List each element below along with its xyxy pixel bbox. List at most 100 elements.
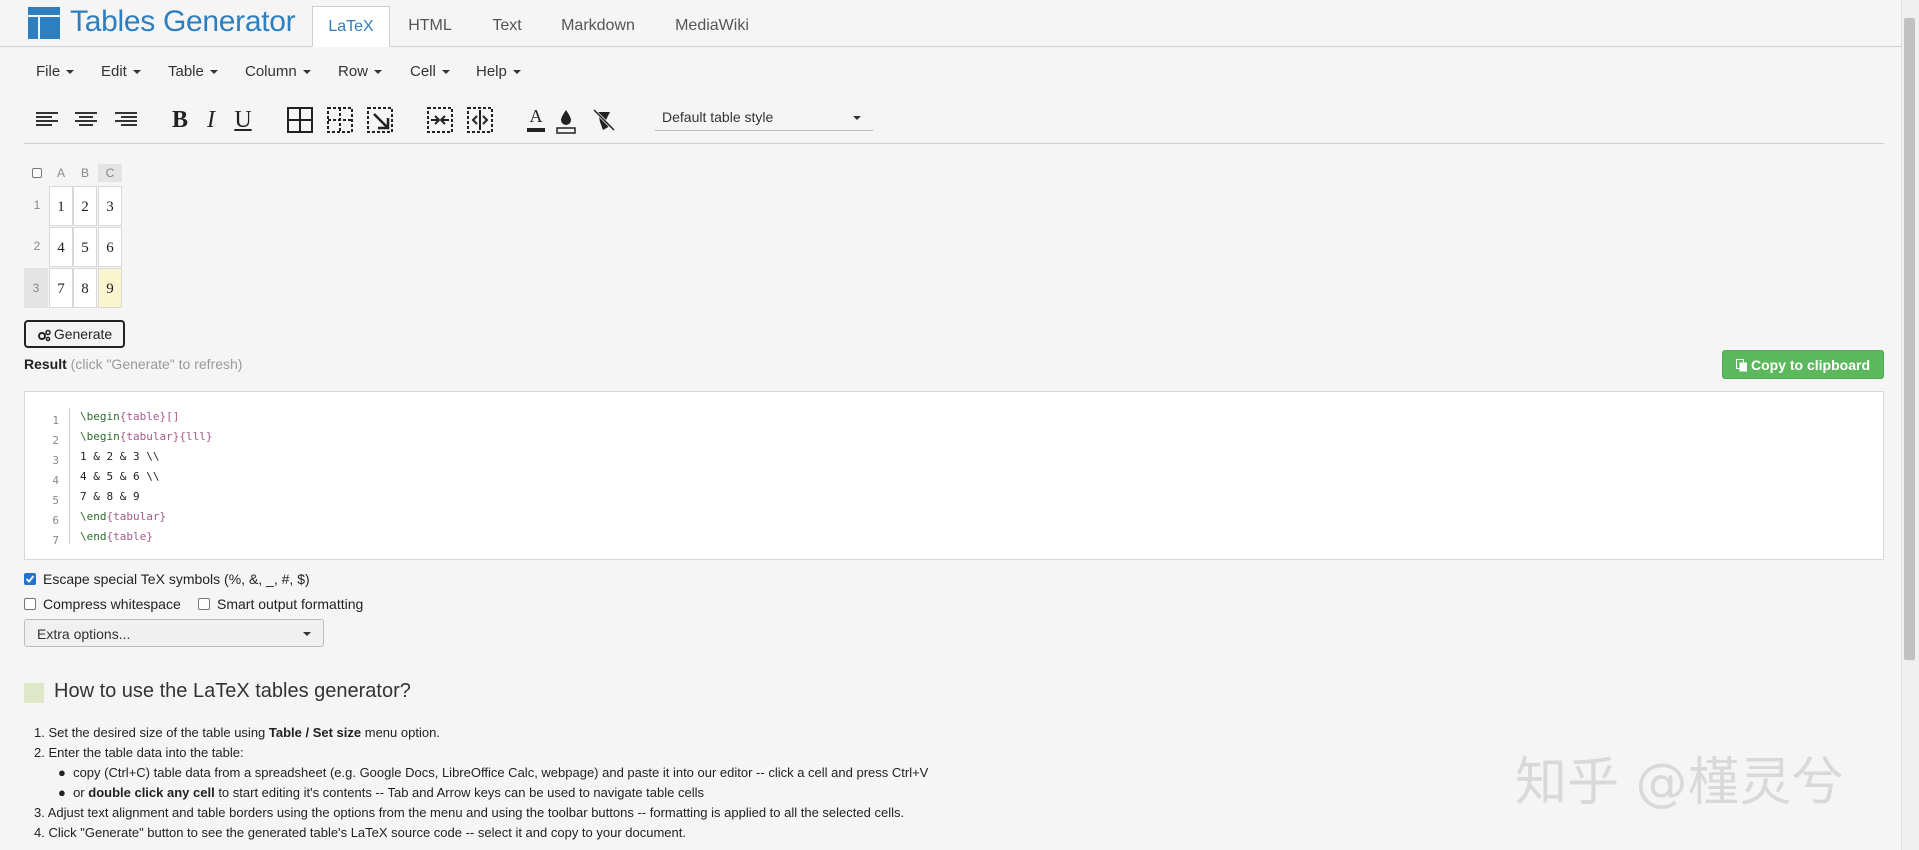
code-line: \end{tabular} [80, 510, 167, 523]
menu-cell[interactable]: Cell [410, 63, 450, 80]
bold-icon[interactable]: B [164, 104, 196, 136]
line-number: 5 [52, 494, 59, 507]
menu-edit[interactable]: Edit [101, 63, 141, 80]
table-cell-b3[interactable]: 8 [73, 268, 97, 308]
cell-borders-icon[interactable] [364, 104, 396, 136]
menu-help[interactable]: Help [476, 63, 521, 80]
compress-whitespace-label[interactable]: Compress whitespace [43, 596, 181, 612]
italic-icon[interactable]: I [195, 104, 227, 136]
line-number: 2 [52, 434, 59, 447]
align-center-icon[interactable] [70, 104, 102, 136]
howto-step-2: 2. Enter the table data into the table: [34, 745, 244, 760]
menu-column[interactable]: Column [245, 63, 311, 80]
step2b-text-bold: double click any cell [88, 785, 215, 800]
text-color-icon[interactable]: A [520, 104, 552, 136]
tab-latex[interactable]: LaTeX [312, 6, 390, 47]
code-keyword: \begin [80, 410, 120, 423]
caret-down-icon [303, 632, 311, 636]
section-marker [24, 683, 44, 703]
col-header-b[interactable]: B [73, 166, 97, 180]
step2b-text-a: or [73, 785, 89, 800]
row-header-3[interactable]: 3 [24, 268, 48, 308]
code-line: \end{table} [80, 530, 153, 543]
row-header-2[interactable]: 2 [26, 239, 48, 253]
table-cell-c3[interactable]: 9 [98, 268, 122, 308]
menu-row-label: Row [338, 63, 369, 80]
tab-markdown[interactable]: Markdown [552, 6, 644, 46]
row-header-1[interactable]: 1 [26, 198, 48, 212]
align-right-icon[interactable] [109, 104, 141, 136]
caret-down-icon [66, 70, 75, 75]
copy-label: Copy to clipboard [1751, 357, 1870, 373]
table-logo-icon[interactable] [28, 7, 60, 39]
menu-edit-label: Edit [101, 63, 127, 80]
tab-mediawiki[interactable]: MediaWiki [666, 6, 758, 46]
dashed-borders-icon[interactable] [324, 104, 356, 136]
select-all-checkbox[interactable] [32, 168, 42, 178]
howto-step-1: 1. Set the desired size of the table usi… [34, 725, 440, 740]
generate-label: Generate [53, 326, 113, 342]
caret-down-icon [441, 70, 450, 75]
table-style-select[interactable]: Default table style [655, 106, 873, 131]
menu-cell-label: Cell [410, 63, 436, 80]
clear-format-icon[interactable] [588, 104, 620, 136]
menu-table[interactable]: Table [168, 63, 218, 80]
menu-file-label: File [36, 63, 61, 80]
merge-cells-icon[interactable] [424, 104, 456, 136]
step3-text: Adjust text alignment and table borders … [47, 805, 905, 820]
step4-text: Click "Generate" button to see the gener… [48, 825, 686, 840]
howto-step-3: 3. Adjust text alignment and table borde… [34, 805, 905, 820]
copy-to-clipboard-button[interactable]: Copy to clipboard [1722, 350, 1884, 379]
howto-step-2b: ● or double click any cell to start edit… [58, 785, 704, 800]
background-color-icon[interactable] [550, 104, 582, 136]
table-cell-b1[interactable]: 2 [73, 186, 97, 226]
extra-options-dropdown[interactable]: Extra options... [24, 619, 324, 647]
split-cells-icon[interactable] [464, 104, 496, 136]
text-color-glyph: A [529, 106, 543, 126]
caret-down-icon [302, 70, 311, 75]
menu-row[interactable]: Row [338, 63, 383, 80]
howto-title: How to use the LaTeX tables generator? [54, 680, 411, 702]
tab-text[interactable]: Text [475, 6, 539, 46]
table-cell-a1[interactable]: 1 [49, 186, 73, 226]
line-number: 6 [52, 514, 59, 527]
menu-column-label: Column [245, 63, 297, 80]
table-cell-c1[interactable]: 3 [98, 186, 122, 226]
scrollbar-thumb[interactable] [1904, 18, 1915, 660]
logo-text[interactable]: Tables Generator [70, 5, 296, 39]
result-hint: (click "Generate" to refresh) [66, 356, 243, 372]
howto-step-4: 4. Click "Generate" button to see the ge… [34, 825, 686, 840]
all-borders-icon[interactable] [284, 104, 316, 136]
col-header-c[interactable]: C [98, 164, 122, 182]
smart-formatting-checkbox[interactable] [198, 598, 210, 610]
code-keyword: \end [80, 530, 107, 543]
tab-html[interactable]: HTML [395, 6, 465, 46]
escape-symbols-label[interactable]: Escape special TeX symbols (%, &, _, #, … [43, 571, 310, 587]
menu-file[interactable]: File [36, 63, 75, 80]
table-cell-a3[interactable]: 7 [49, 268, 73, 308]
table-style-value: Default table style [662, 109, 774, 125]
extra-options-label: Extra options... [37, 626, 131, 642]
table-cell-b2[interactable]: 5 [73, 227, 97, 267]
code-line: \begin{tabular}{lll} [80, 430, 213, 443]
col-header-a[interactable]: A [49, 166, 73, 180]
latex-code-editor[interactable]: 1 2 3 4 5 6 7 \begin{table}[] \begin{tab… [24, 391, 1884, 560]
underline-icon[interactable]: U [227, 104, 259, 136]
code-rest: [] [166, 410, 180, 423]
table-cell-a2[interactable]: 4 [49, 227, 73, 267]
generate-button[interactable]: Generate [24, 320, 125, 348]
escape-symbols-checkbox[interactable] [24, 573, 36, 585]
smart-formatting-label[interactable]: Smart output formatting [217, 596, 363, 612]
table-cell-c2[interactable]: 6 [98, 227, 122, 267]
line-number: 1 [52, 414, 59, 427]
step1-text-c: menu option. [361, 725, 440, 740]
line-number: 3 [52, 454, 59, 467]
menu-help-label: Help [476, 63, 507, 80]
code-gutter-divider [69, 408, 70, 544]
cogs-icon [37, 329, 51, 342]
code-argument: tabular [126, 430, 173, 443]
compress-whitespace-checkbox[interactable] [24, 598, 36, 610]
code-line: \begin{table}[] [80, 410, 180, 423]
align-left-icon[interactable] [32, 104, 64, 136]
line-number: 7 [52, 534, 59, 547]
